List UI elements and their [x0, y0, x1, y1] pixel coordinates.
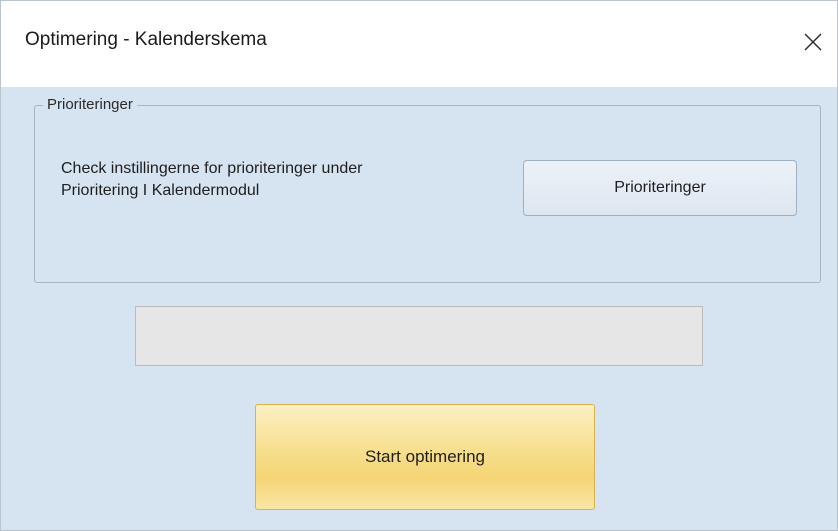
info-text: Check instillingerne for prioriteringer …	[61, 158, 491, 202]
groupbox-legend: Prioriteringer	[43, 96, 137, 113]
info-text-line-1: Check instillingerne for prioriteringer …	[61, 160, 363, 177]
prioriteringer-button[interactable]: Prioriteringer	[523, 160, 797, 216]
close-button[interactable]	[789, 19, 837, 65]
progress-bar	[135, 306, 703, 366]
info-text-line-2: Prioritering I Kalendermodul	[61, 182, 260, 199]
start-optimering-button[interactable]: Start optimering	[255, 404, 595, 510]
optimering-dialog: Optimering - Kalenderskema Prioriteringe…	[0, 0, 838, 531]
window-title: Optimering - Kalenderskema	[25, 29, 267, 50]
title-bar: Optimering - Kalenderskema	[1, 1, 837, 87]
close-icon	[803, 32, 823, 52]
prioriteringer-groupbox: Prioriteringer Check instillingerne for …	[34, 96, 821, 283]
